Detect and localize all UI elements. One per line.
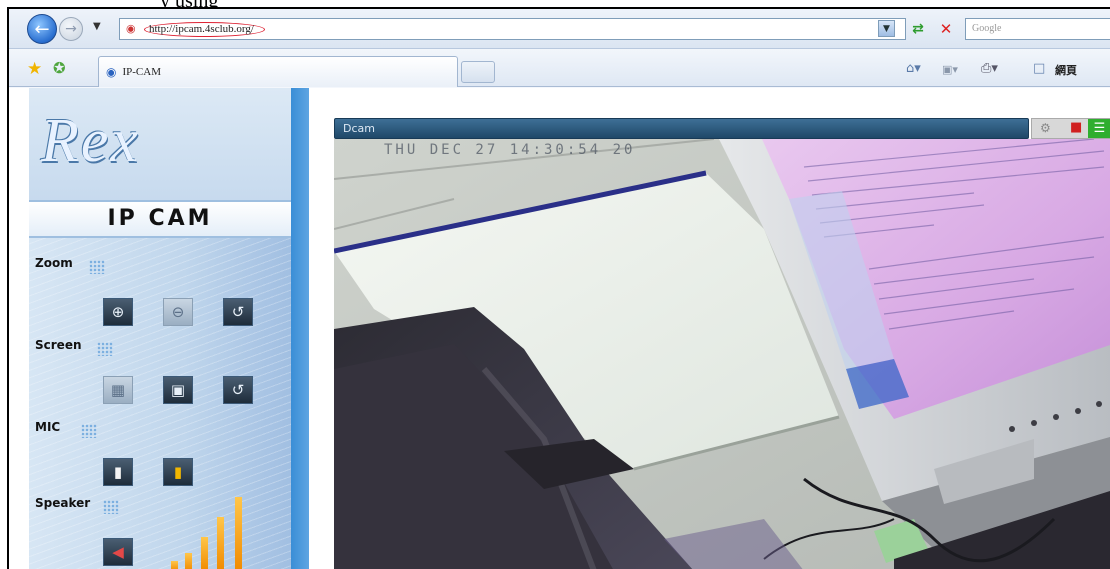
- volume-bar[interactable]: [217, 517, 224, 569]
- address-toolbar: ← → ▼ ◉ http://ipcam.4sclub.org/ ▼ ⇄ ✕ G…: [9, 9, 1110, 49]
- star-icon[interactable]: ★: [27, 59, 42, 79]
- home-icon[interactable]: ⌂▾: [906, 61, 921, 76]
- screen-label: Screen: [35, 338, 82, 352]
- speaker-section: Speaker ◀: [35, 494, 295, 569]
- stop-icon[interactable]: ✕: [935, 19, 957, 39]
- camera-fullscreen-icon[interactable]: ☰: [1088, 119, 1110, 138]
- zoom-out-icon[interactable]: ⊖: [163, 298, 193, 326]
- dots-decoration-icon: [97, 342, 113, 356]
- volume-bar[interactable]: [171, 561, 178, 569]
- history-dropdown-icon[interactable]: ▼: [93, 21, 101, 32]
- refresh-icon[interactable]: ⇄: [907, 19, 929, 39]
- camera-setting-icon[interactable]: ⚙: [1040, 121, 1051, 135]
- zoom-in-icon[interactable]: ⊕: [103, 298, 133, 326]
- dots-decoration-icon: [103, 500, 119, 514]
- new-tab-button[interactable]: [461, 61, 495, 83]
- zoom-section: Zoom ⊕ ⊖ ↺: [35, 254, 295, 334]
- tab-label: IP-CAM: [122, 66, 161, 78]
- forward-arrow-icon[interactable]: →: [59, 17, 83, 41]
- search-input[interactable]: Google: [965, 18, 1110, 40]
- screen-reset-icon[interactable]: ↺: [223, 376, 253, 404]
- camera-frame-image: [334, 139, 1110, 569]
- mic-section: MIC ▮ ▮: [35, 418, 295, 488]
- speaker-label: Speaker: [35, 496, 91, 510]
- tab-favicon-icon: ◉: [106, 65, 117, 79]
- sidebar-title: IP CAM: [29, 200, 291, 238]
- page-content: Rex IP CAM Zoom ⊕ ⊖ ↺ Screen ▦ ▣ ↺ MIC ▮…: [9, 88, 1110, 569]
- camera-title: Dcam: [343, 122, 375, 135]
- volume-bar[interactable]: [201, 537, 208, 569]
- add-favorite-icon[interactable]: ✪: [53, 59, 66, 77]
- shrink-screen-icon[interactable]: ▦: [103, 376, 133, 404]
- address-url[interactable]: http://ipcam.4sclub.org/: [144, 21, 265, 37]
- print-icon[interactable]: ⎙▾: [981, 61, 998, 76]
- speaker-icon[interactable]: ◀: [103, 538, 133, 566]
- page-icon[interactable]: □: [1033, 61, 1045, 76]
- zoom-label: Zoom: [35, 256, 73, 270]
- back-arrow-icon[interactable]: ←: [27, 14, 57, 44]
- brand-logo: Rex: [41, 107, 140, 175]
- tab-ip-cam[interactable]: ◉ IP-CAM: [98, 56, 458, 87]
- microphone-active-icon[interactable]: ▮: [163, 458, 193, 486]
- camera-title-bar: Dcam: [334, 118, 1029, 139]
- dots-decoration-icon: [89, 260, 105, 274]
- screen-section: Screen ▦ ▣ ↺: [35, 336, 295, 416]
- dots-decoration-icon: [81, 424, 97, 438]
- control-sidebar: Rex IP CAM Zoom ⊕ ⊖ ↺ Screen ▦ ▣ ↺ MIC ▮…: [29, 88, 309, 569]
- speaker-volume-meter[interactable]: [161, 494, 251, 569]
- camera-window-controls: ⚙ ■ ☰: [1031, 118, 1110, 139]
- sidebar-accent-stripe: [291, 88, 309, 569]
- volume-bar[interactable]: [235, 497, 242, 569]
- camera-timestamp-overlay: THU DEC 27 14:30:54 20: [384, 142, 636, 158]
- mic-label: MIC: [35, 420, 61, 434]
- expand-screen-icon[interactable]: ▣: [163, 376, 193, 404]
- logo-area: Rex: [29, 88, 291, 200]
- camera-video-feed[interactable]: THU DEC 27 14:30:54 20: [334, 139, 1110, 569]
- page-favicon-icon: ◉: [126, 22, 136, 35]
- address-dropdown-icon[interactable]: ▼: [878, 20, 895, 37]
- microphone-icon[interactable]: ▮: [103, 458, 133, 486]
- address-bar[interactable]: ◉ http://ipcam.4sclub.org/: [119, 18, 906, 40]
- tab-toolbar: ★ ✪ ◉ IP-CAM ⌂▾ ▣▾ ⎙▾ □ 網頁: [9, 49, 1110, 87]
- feed-icon[interactable]: ▣▾: [942, 63, 958, 76]
- page-menu-button[interactable]: 網頁: [1055, 62, 1077, 78]
- reset-icon[interactable]: ↺: [223, 298, 253, 326]
- browser-window: ← → ▼ ◉ http://ipcam.4sclub.org/ ▼ ⇄ ✕ G…: [7, 7, 1110, 569]
- camera-close-icon[interactable]: ■: [1070, 120, 1082, 135]
- volume-bar[interactable]: [185, 553, 192, 569]
